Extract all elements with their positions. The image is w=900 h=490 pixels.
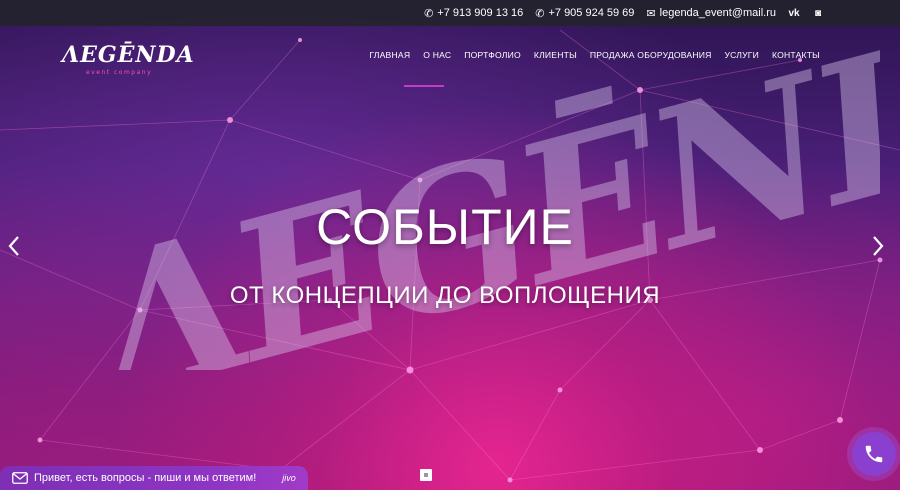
chevron-left-icon xyxy=(8,236,19,256)
main-nav: ГЛАВНАЯ О НАС ПОРТФОЛИО КЛИЕНТЫ ПРОДАЖА … xyxy=(369,50,820,60)
chat-brand-label: jivo xyxy=(282,473,296,483)
dot-marker xyxy=(424,473,428,477)
site-logo[interactable]: ΛEGĒNDA event company xyxy=(62,42,194,82)
slider-prev-button[interactable] xyxy=(4,232,24,260)
instagram-icon[interactable]: ◙ xyxy=(812,7,824,19)
envelope-icon xyxy=(12,472,28,484)
chevron-right-icon xyxy=(873,236,884,256)
nav-item-about[interactable]: О НАС xyxy=(423,50,451,60)
phone-icon: ✆ xyxy=(424,7,434,20)
slider-next-button[interactable] xyxy=(868,232,888,260)
nav-active-underline xyxy=(404,85,444,87)
nav-item-home[interactable]: ГЛАВНАЯ xyxy=(369,50,410,60)
phone-number-2: +7 905 924 59 69 xyxy=(548,7,635,19)
chat-prompt-text: Привет, есть вопросы - пиши и мы ответим… xyxy=(34,472,257,484)
email-address: legenda_event@mail.ru xyxy=(659,7,776,19)
nav-item-clients[interactable]: КЛИЕНТЫ xyxy=(534,50,577,60)
logo-title: ΛEGĒNDA xyxy=(62,42,195,68)
logo-subtitle: event company xyxy=(86,69,153,76)
nav-item-equipment-sale[interactable]: ПРОДАЖА ОБОРУДОВАНИЯ xyxy=(590,50,712,60)
slide-subtitle: ОТ КОНЦЕПЦИИ ДО ВОПЛОЩЕНИЯ xyxy=(229,282,661,309)
phone-handset-icon xyxy=(865,445,883,463)
nav-item-portfolio[interactable]: ПОРТФОЛИО xyxy=(464,50,521,60)
nav-item-contacts[interactable]: КОНТАКТЫ xyxy=(772,50,820,60)
slide-title: СОБЫТИЕ xyxy=(316,199,574,255)
slider-pagination-dot[interactable] xyxy=(420,469,432,481)
nav-item-services[interactable]: УСЛУГИ xyxy=(725,50,760,60)
phone-number-1: +7 913 909 13 16 xyxy=(437,7,524,19)
chat-widget[interactable]: Привет, есть вопросы - пиши и мы ответим… xyxy=(0,466,308,490)
vk-icon[interactable]: vk xyxy=(788,7,800,19)
email-contact[interactable]: ✉ legenda_event@mail.ru xyxy=(646,7,776,20)
contact-list: ✆ +7 913 909 13 16 ✆ +7 905 924 59 69 ✉ … xyxy=(424,0,824,26)
top-contact-bar: ✆ +7 913 909 13 16 ✆ +7 905 924 59 69 ✉ … xyxy=(0,0,900,26)
phone-icon: ✆ xyxy=(535,7,545,20)
mail-icon: ✉ xyxy=(646,7,656,20)
call-button[interactable] xyxy=(852,432,896,476)
phone-contact-1[interactable]: ✆ +7 913 909 13 16 xyxy=(424,7,523,20)
phone-contact-2[interactable]: ✆ +7 905 924 59 69 xyxy=(535,7,634,20)
